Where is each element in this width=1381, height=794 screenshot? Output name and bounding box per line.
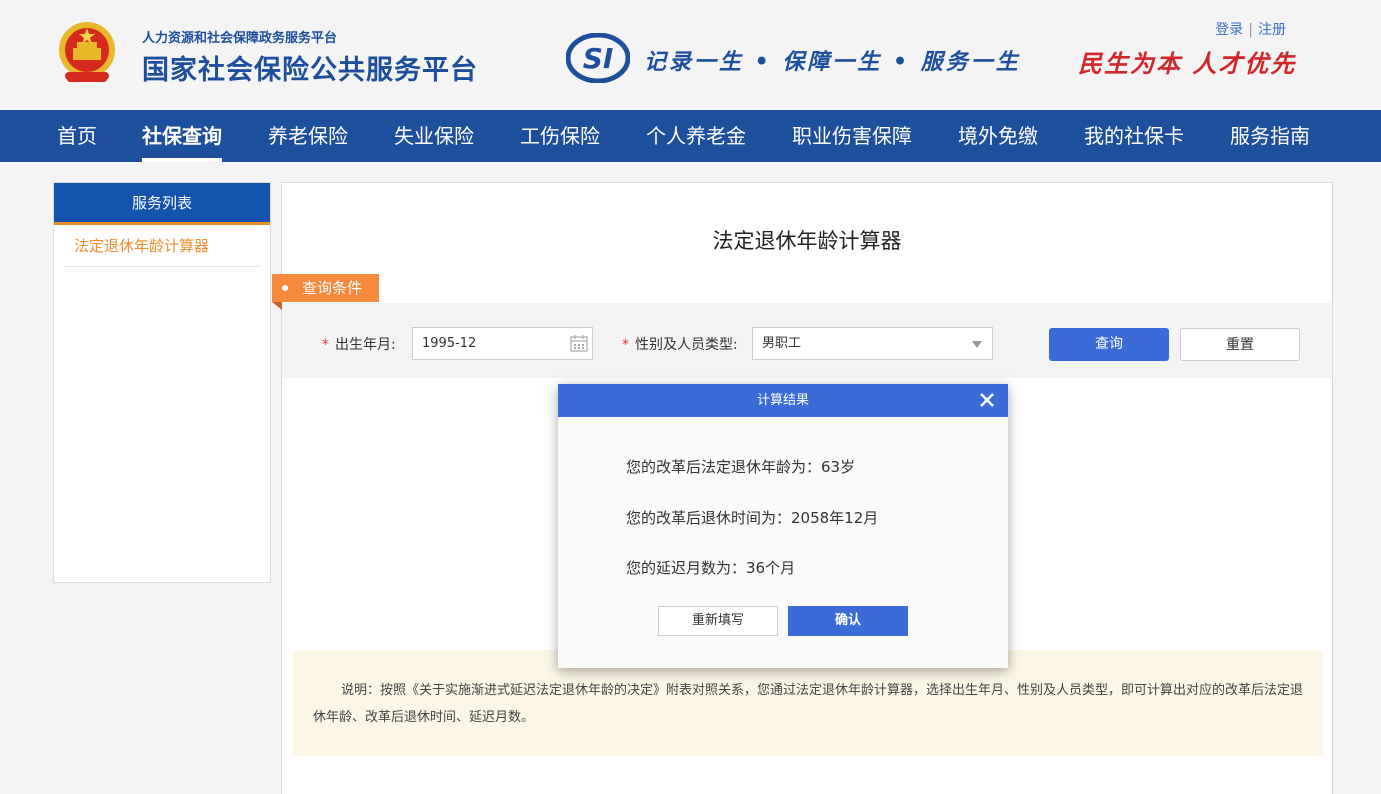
main-nav: 首页 社保查询 养老保险 失业保险 工伤保险 个人养老金 职业伤害保障 境外免缴… — [0, 110, 1381, 162]
sidebar-title: 服务列表 — [54, 183, 270, 225]
nav-item-service-guide[interactable]: 服务指南 — [1230, 110, 1310, 162]
person-type-select[interactable]: 男职工 — [752, 327, 993, 360]
birth-label: * 出生年月: — [322, 337, 396, 353]
national-emblem-icon — [59, 22, 115, 82]
nav-item-my-card[interactable]: 我的社保卡 — [1084, 110, 1184, 162]
nav-item-social-query[interactable]: 社保查询 — [142, 110, 222, 162]
birth-date-input[interactable]: 1995-12 — [412, 327, 593, 360]
query-form: * 出生年月: 1995-12 * 性别及人员类型: 男职工 查询 重置 — [282, 303, 1332, 378]
slogan: 记录一生 • 保障一生 • 服务一生 — [644, 49, 1021, 75]
service-sidebar: 服务列表 法定退休年龄计算器 — [53, 182, 271, 583]
required-mark: * — [322, 337, 329, 353]
required-mark: * — [622, 337, 629, 353]
site-title: 国家社会保险公共服务平台 — [142, 55, 478, 86]
site-header: 人力资源和社会保障政务服务平台 国家社会保险公共服务平台 SI 记录一生 • 保… — [0, 0, 1381, 110]
login-link[interactable]: 登录 — [1215, 22, 1243, 38]
auth-links: 登录 | 注册 — [1215, 19, 1286, 39]
auth-separator: | — [1248, 22, 1253, 38]
nav-item-pension[interactable]: 养老保险 — [268, 110, 348, 162]
query-button[interactable]: 查询 — [1049, 328, 1169, 361]
result-retirement-age: 您的改革后法定退休年龄为：63岁 — [626, 458, 856, 476]
result-delay-months: 您的延迟月数为：36个月 — [626, 559, 796, 577]
nav-item-overseas-exemption[interactable]: 境外免缴 — [958, 110, 1038, 162]
si-logo-text: SI — [583, 42, 614, 75]
modal-header: 计算结果 — [558, 384, 1008, 417]
si-logo-icon: SI — [566, 33, 630, 83]
sidebar-item-retirement-calculator[interactable]: 法定退休年龄计算器 — [64, 225, 260, 267]
confirm-button[interactable]: 确认 — [788, 606, 908, 636]
modal-title: 计算结果 — [756, 393, 809, 408]
register-link[interactable]: 注册 — [1258, 22, 1286, 38]
nav-item-personal-pension[interactable]: 个人养老金 — [646, 110, 746, 162]
motto: 民生为本 人才优先 — [1078, 49, 1297, 78]
chevron-down-icon[interactable] — [972, 341, 982, 348]
result-retirement-time: 您的改革后退休时间为：2058年12月 — [626, 509, 879, 527]
refill-button[interactable]: 重新填写 — [658, 606, 778, 636]
nav-item-occupational-injury[interactable]: 职业伤害保障 — [792, 110, 912, 162]
person-type-value: 男职工 — [762, 336, 802, 351]
nav-item-unemployment[interactable]: 失业保险 — [394, 110, 474, 162]
birth-date-value: 1995-12 — [422, 336, 477, 351]
nav-item-home[interactable]: 首页 — [57, 110, 97, 162]
nav-item-injury[interactable]: 工伤保险 — [520, 110, 600, 162]
calendar-icon[interactable] — [570, 335, 588, 352]
result-modal: 计算结果 您的改革后法定退休年龄为：63岁 您的改革后退休时间为：2058年12… — [558, 384, 1008, 668]
type-label: * 性别及人员类型: — [622, 337, 738, 353]
site-sub-title: 人力资源和社会保障政务服务平台 — [142, 31, 338, 46]
close-icon[interactable] — [978, 391, 996, 409]
query-condition-tag: 查询条件 — [272, 274, 379, 310]
reset-button[interactable]: 重置 — [1180, 328, 1300, 361]
page-title: 法定退休年龄计算器 — [712, 229, 902, 253]
